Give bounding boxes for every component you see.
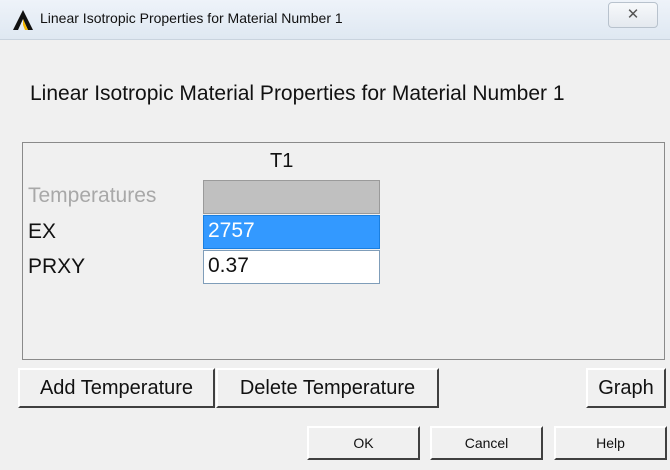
row-label-prxy: PRXY — [28, 255, 86, 278]
delete-temperature-button[interactable]: Delete Temperature — [216, 368, 439, 408]
ex-field[interactable]: 2757 — [203, 215, 380, 249]
column-header-t1: T1 — [270, 150, 294, 172]
row-label-temperatures: Temperatures — [28, 184, 157, 207]
title-bar: Linear Isotropic Properties for Material… — [0, 0, 670, 40]
prxy-field[interactable]: 0.37 — [203, 250, 380, 284]
help-button[interactable]: Help — [554, 426, 667, 460]
ansys-logo-icon — [13, 10, 33, 30]
ok-button[interactable]: OK — [307, 426, 420, 460]
cancel-button[interactable]: Cancel — [430, 426, 543, 460]
graph-button[interactable]: Graph — [586, 368, 666, 408]
add-temperature-button[interactable]: Add Temperature — [18, 368, 215, 408]
dialog-heading: Linear Isotropic Material Properties for… — [30, 82, 565, 105]
window-title: Linear Isotropic Properties for Material… — [40, 10, 343, 26]
row-label-ex: EX — [28, 220, 57, 243]
close-icon[interactable]: ✕ — [608, 2, 658, 28]
temperatures-field — [203, 180, 380, 214]
